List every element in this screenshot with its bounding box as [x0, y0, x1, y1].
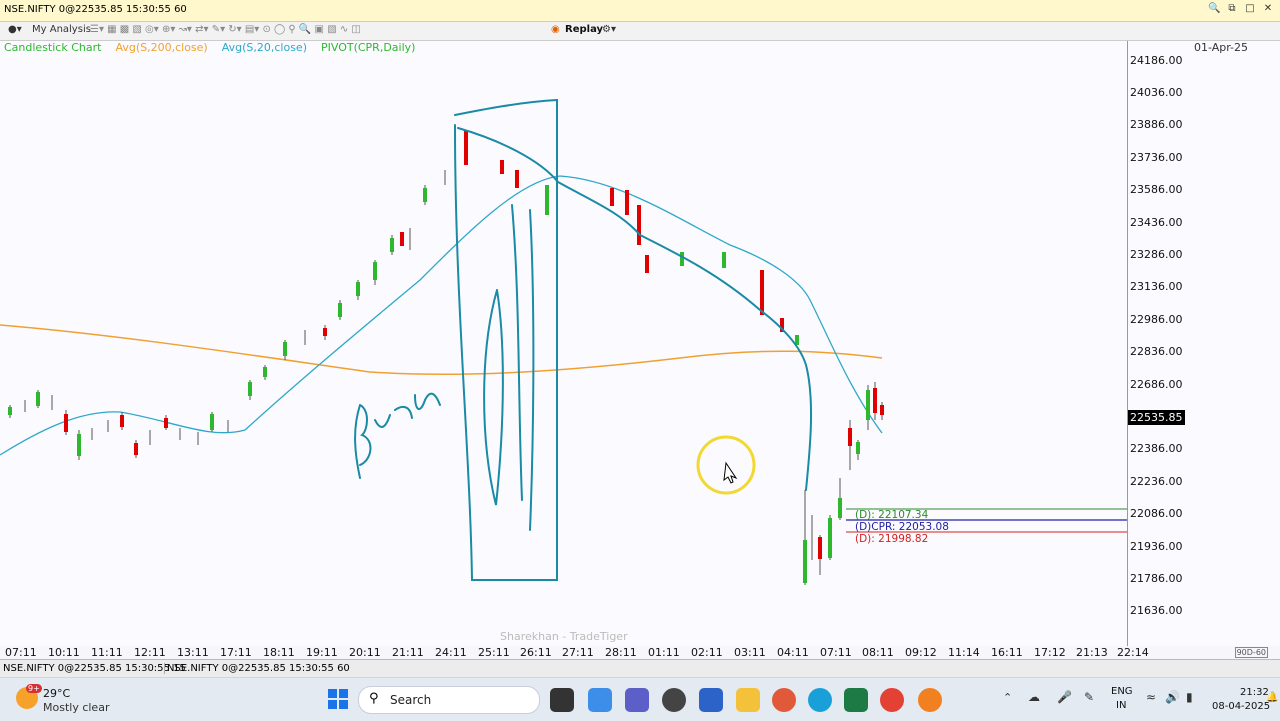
- x-tick: 11:11: [91, 646, 123, 659]
- search-icon: ⚲: [369, 691, 379, 706]
- y-axis: [1127, 41, 1128, 646]
- search-label: Search: [390, 693, 432, 707]
- x-tick: 19:11: [306, 646, 338, 659]
- tradetiger-icon[interactable]: [772, 688, 796, 712]
- task-view-icon[interactable]: [550, 688, 574, 712]
- y-tick: 21636.00: [1130, 604, 1183, 617]
- hand-drawing: [354, 98, 813, 581]
- x-tick: 01:11: [648, 646, 680, 659]
- mic-icon[interactable]: 🎤: [1057, 690, 1072, 704]
- battery-icon[interactable]: ▮: [1186, 690, 1193, 704]
- x-tick: 03:11: [734, 646, 766, 659]
- y-tick: 23286.00: [1130, 248, 1183, 261]
- candles: [8, 130, 884, 585]
- x-tick: 10:11: [48, 646, 80, 659]
- y-tick: 22086.00: [1130, 507, 1183, 520]
- x-tick: 04:11: [777, 646, 809, 659]
- dell-icon[interactable]: [662, 688, 686, 712]
- teams-icon[interactable]: [625, 688, 649, 712]
- y-tick: 23886.00: [1130, 118, 1183, 131]
- x-tick: 28:11: [605, 646, 637, 659]
- watermark: Sharekhan - TradeTiger: [500, 630, 628, 643]
- windows-start-icon[interactable]: [328, 689, 348, 709]
- store-icon[interactable]: [699, 688, 723, 712]
- clock-time[interactable]: 21:32: [1240, 687, 1269, 698]
- x-tick: 24:11: [435, 646, 467, 659]
- y-tick: 21936.00: [1130, 540, 1183, 553]
- chevron-up-icon[interactable]: ⌃: [1003, 691, 1012, 704]
- y-tick: 22236.00: [1130, 475, 1183, 488]
- y-tick: 22836.00: [1130, 345, 1183, 358]
- x-tick: 16:11: [991, 646, 1023, 659]
- x-tick: 07:11: [820, 646, 852, 659]
- language-region[interactable]: IN: [1116, 700, 1126, 711]
- y-tick: 24186.00: [1130, 54, 1183, 67]
- x-tick: 11:14: [948, 646, 980, 659]
- x-tick: 02:11: [691, 646, 723, 659]
- y-tick: 22686.00: [1130, 378, 1183, 391]
- taskbar-search[interactable]: ⚲ Search: [358, 686, 540, 714]
- y-tick: 22986.00: [1130, 313, 1183, 326]
- app-icon[interactable]: [918, 688, 942, 712]
- x-tick: 07:11: [5, 646, 37, 659]
- y-tick: 24036.00: [1130, 86, 1183, 99]
- x-tick: 21:13: [1076, 646, 1108, 659]
- weather-badge: 9+: [26, 684, 42, 693]
- y-tick: 23436.00: [1130, 216, 1183, 229]
- x-tick: 13:11: [177, 646, 209, 659]
- x-tick: 17:12: [1034, 646, 1066, 659]
- cloud-icon[interactable]: ☁: [1028, 690, 1040, 704]
- edge-icon[interactable]: [808, 688, 832, 712]
- wifi-icon[interactable]: ≈: [1146, 690, 1156, 704]
- current-price-label: 22535.85: [1128, 410, 1185, 425]
- clock-date[interactable]: 08-04-2025: [1212, 701, 1270, 712]
- excel-icon[interactable]: [844, 688, 868, 712]
- notification-icon[interactable]: 🔔: [1266, 692, 1278, 703]
- windows-taskbar: 9+ 29°C Mostly clear ⚲ Search ⌃ ☁ 🎤 ✎ EN…: [0, 677, 1280, 721]
- y-tick: 23586.00: [1130, 183, 1183, 196]
- cursor-pointer: [723, 461, 738, 484]
- x-tick: 27:11: [562, 646, 594, 659]
- pivot-cpr-label: (D)CPR: 22053.08: [855, 521, 949, 533]
- pen-icon[interactable]: ✎: [1084, 690, 1094, 704]
- y-tick: 22386.00: [1130, 442, 1183, 455]
- chart-svg: [0, 98, 1127, 585]
- x-tick: 21:11: [392, 646, 424, 659]
- x-tick: 09:12: [905, 646, 937, 659]
- x-tick: 17:11: [220, 646, 252, 659]
- pivot-s-label: (D): 21998.82: [855, 533, 929, 545]
- chrome-icon[interactable]: [880, 688, 904, 712]
- file-explorer-icon[interactable]: [736, 688, 760, 712]
- x-tick: 12:11: [134, 646, 166, 659]
- weather-temp: 29°C: [43, 687, 71, 700]
- copilot-icon[interactable]: [588, 688, 612, 712]
- status-bar: NSE.NIFTY 0@22535.85 15:30:55 15 NSE.NIF…: [0, 659, 1280, 677]
- range-tag[interactable]: 90D-60: [1234, 647, 1268, 658]
- x-tick: 25:11: [478, 646, 510, 659]
- status-tab-15[interactable]: NSE.NIFTY 0@22535.85 15:30:55 15: [3, 663, 186, 674]
- x-tick: 20:11: [349, 646, 381, 659]
- ma200-line: [0, 324, 883, 376]
- x-tick: 08:11: [862, 646, 894, 659]
- status-tab-60[interactable]: NSE.NIFTY 0@22535.85 15:30:55 60: [164, 663, 352, 674]
- ma20-line: [0, 175, 883, 456]
- language-code[interactable]: ENG: [1111, 686, 1133, 697]
- pivot-r-label: (D): 22107.34: [855, 509, 929, 521]
- x-tick: 26:11: [520, 646, 552, 659]
- volume-icon[interactable]: 🔊: [1165, 690, 1180, 704]
- x-tick: 22:14: [1117, 646, 1149, 659]
- y-tick: 21786.00: [1130, 572, 1183, 585]
- y-tick: 23136.00: [1130, 280, 1183, 293]
- x-tick: 18:11: [263, 646, 295, 659]
- weather-desc: Mostly clear: [43, 701, 110, 714]
- y-tick: 23736.00: [1130, 151, 1183, 164]
